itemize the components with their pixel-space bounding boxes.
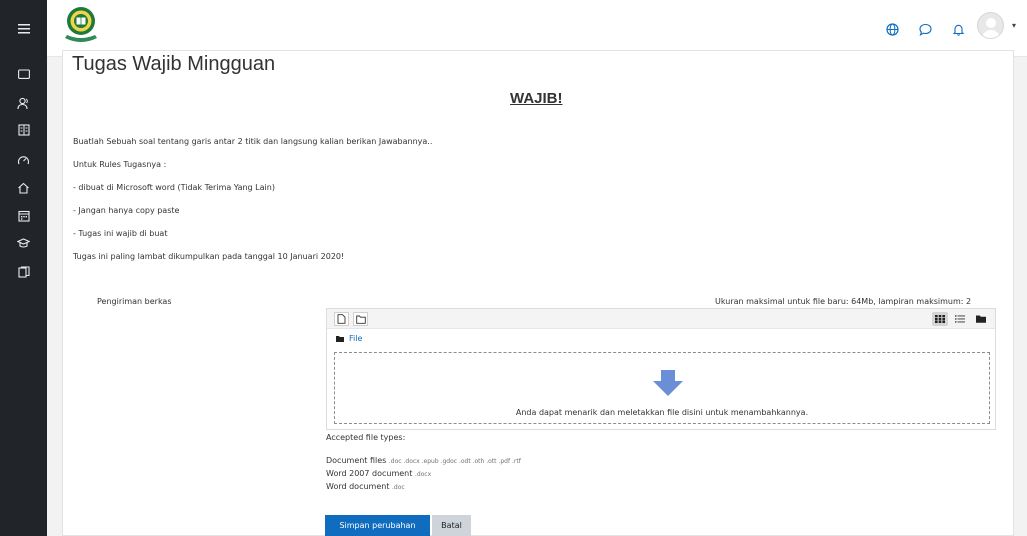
file-type-extensions: .docx [414,471,432,478]
accepted-file-types-label: Accepted file types: [326,433,406,442]
view-list-button[interactable] [952,312,968,326]
file-type-extensions: .doc .docx .epub .gdoc .odt .oth .ott .p… [388,458,521,465]
max-file-size-info: Ukuran maksimal untuk file baru: 64Mb, l… [715,297,972,306]
drop-arrow-icon [653,370,683,396]
add-file-button[interactable] [334,312,349,326]
cancel-button[interactable]: Batal [432,515,471,536]
dashboard-gauge-icon[interactable] [14,150,33,169]
folder-icon[interactable] [14,64,33,83]
calendar-icon[interactable] [14,206,33,225]
page-title: Tugas Wajib Mingguan [72,53,276,75]
create-folder-button[interactable] [353,312,368,326]
chevron-down-icon[interactable]: ▾ [1012,21,1016,30]
navbar: ▾ [0,0,1027,57]
description-line: - Jangan hanya copy paste [73,206,180,215]
list-view-icon [955,315,965,323]
file-manager: File Anda dapat menarik dan meletakkan f… [326,308,996,430]
file-type-name: Word 2007 document [326,469,413,478]
institution-seal-logo[interactable] [61,4,101,44]
file-type-row: Word 2007 document .docx [326,469,431,478]
user-avatar[interactable] [977,12,1004,39]
file-type-extensions: .doc [392,484,405,491]
description-line: Untuk Rules Tugasnya : [73,160,167,169]
file-dropzone[interactable]: Anda dapat menarik dan meletakkan file d… [334,352,990,424]
avatar-body-shape [982,30,1000,38]
file-path-breadcrumb[interactable]: File [336,334,362,343]
file-icon [337,314,346,324]
messages-bubble-icon[interactable] [916,20,934,38]
folder-tree-icon [976,315,986,323]
view-tree-button[interactable] [973,312,989,326]
description-line: Buatlah Sebuah soal tentang garis antar … [73,137,433,146]
file-path-label[interactable]: File [349,334,362,343]
hamburger-icon[interactable] [0,0,47,57]
description-line: - dibuat di Microsoft word (Tidak Terima… [73,183,275,192]
grid-view-icon [935,315,945,323]
save-changes-button[interactable]: Simpan perubahan [325,515,430,536]
file-type-row: Document files .doc .docx .epub .gdoc .o… [326,456,521,465]
view-icons-button[interactable] [932,312,948,326]
description-line: - Tugas ini wajib di buat [73,229,168,238]
participants-icon[interactable] [14,94,33,113]
avatar-head-shape [986,18,996,28]
assignment-heading: WAJIB! [510,90,563,107]
main-content-card [62,50,1014,536]
grades-icon[interactable] [14,120,33,139]
folder-icon [355,315,366,324]
home-icon[interactable] [14,178,33,197]
dropzone-text: Anda dapat menarik dan meletakkan file d… [515,408,809,417]
file-type-name: Document files [326,456,387,465]
file-type-name: Word document [326,482,390,491]
description-line: Tugas ini paling lambat dikumpulkan pada… [73,252,345,261]
file-manager-toolbar [327,309,995,329]
nav-drawer [0,57,47,536]
notifications-bell-icon[interactable] [949,20,967,38]
courses-cap-icon[interactable] [14,233,33,252]
file-type-row: Word document .doc [326,482,405,491]
language-globe-icon[interactable] [883,20,901,38]
file-submission-label: Pengiriman berkas [97,297,172,306]
content-bank-icon[interactable] [14,262,33,281]
folder-icon [336,335,344,342]
